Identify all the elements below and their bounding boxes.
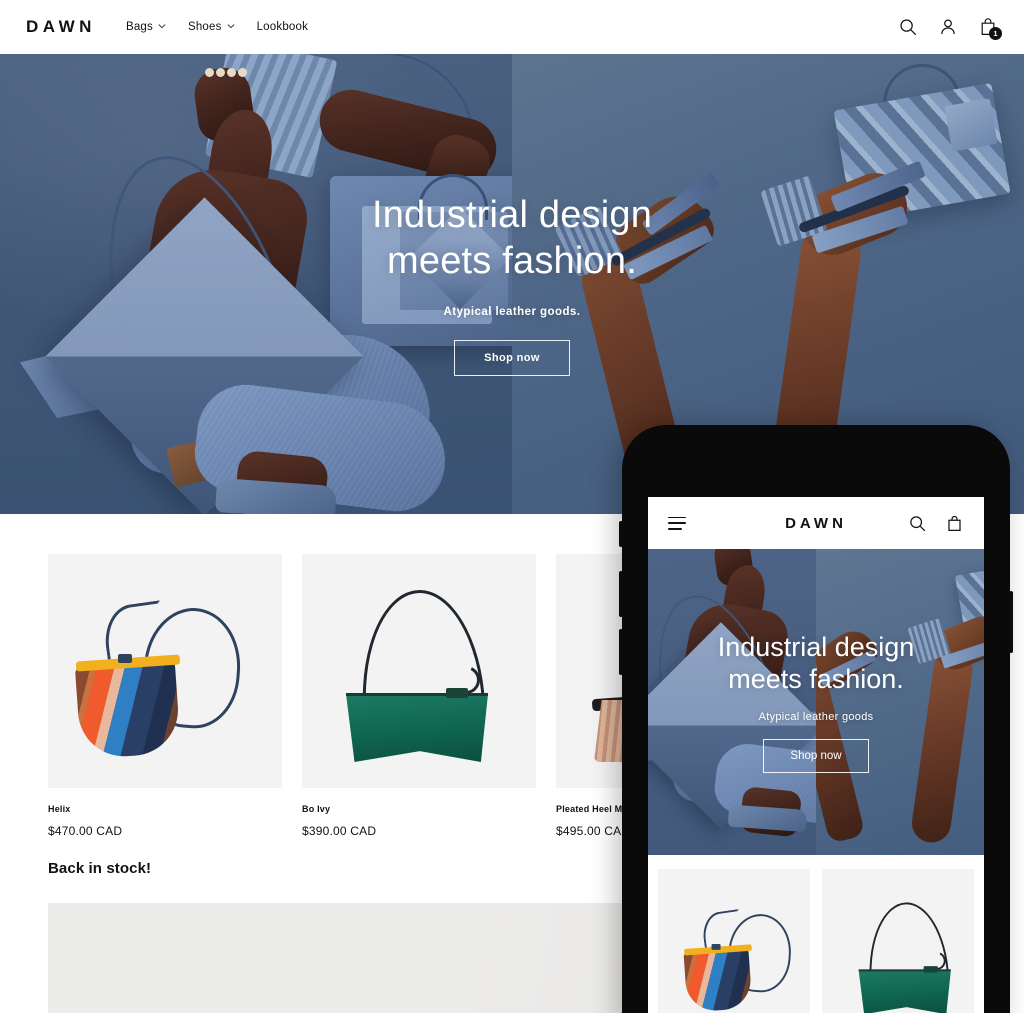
main-navigation: Bags Shoes Lookbook — [126, 21, 308, 33]
chevron-down-icon — [227, 22, 235, 30]
chevron-down-icon — [158, 22, 166, 30]
bo-ivy-tab — [446, 688, 468, 698]
bo-ivy-bag-body — [346, 694, 488, 762]
pleated-bag-tab — [944, 98, 998, 152]
mobile-hero-banner: Industrial design meets fashion. Atypica… — [648, 549, 984, 855]
bo-ivy-tab — [923, 966, 938, 973]
phone-volume-down-button[interactable] — [619, 629, 623, 675]
product-image-bo-ivy[interactable] — [302, 554, 536, 788]
mobile-bo-ivy-art — [830, 879, 974, 1013]
product-price: $390.00 CAD — [302, 824, 377, 838]
cart-count-badge: 1 — [989, 27, 1002, 40]
nav-item-label: Lookbook — [256, 21, 309, 33]
site-logo[interactable]: DAWN — [26, 17, 96, 37]
helix-bag-clasp — [711, 944, 721, 950]
nav-item-lookbook[interactable]: Lookbook — [257, 21, 308, 33]
site-header: DAWN Bags Shoes Lookbook 1 — [0, 0, 1024, 54]
helix-bag-clasp — [118, 654, 132, 663]
product-card-helix[interactable]: Helix $470.00 CAD — [48, 554, 282, 838]
product-image-helix[interactable] — [48, 554, 282, 788]
mobile-helix-art — [666, 879, 810, 1013]
phone-volume-up-button[interactable] — [619, 571, 623, 617]
phone-screen: DAWN Industrial design meets fashion. At… — [648, 497, 984, 1013]
mobile-hero-title-line-2: meets fashion. — [728, 664, 904, 694]
product-name: Bo Ivy — [302, 804, 331, 814]
nav-item-label: Bags — [125, 21, 153, 33]
search-icon[interactable] — [898, 17, 918, 37]
cart-icon[interactable] — [945, 514, 964, 533]
product-price: $470.00 CAD — [48, 824, 123, 838]
nav-item-bags[interactable]: Bags — [126, 21, 166, 33]
search-icon[interactable] — [908, 514, 927, 533]
phone-power-button[interactable] — [1009, 591, 1013, 653]
mobile-hero-copy: Industrial design meets fashion. Atypica… — [648, 549, 984, 855]
phone-mockup: DAWN Industrial design meets fashion. At… — [619, 425, 1013, 1013]
helix-bag-body — [74, 660, 182, 760]
mobile-product-image-bo-ivy[interactable] — [822, 869, 974, 1013]
hero-image-left — [0, 54, 512, 514]
account-icon[interactable] — [938, 17, 958, 37]
phone-mute-button[interactable] — [619, 521, 623, 547]
cart-icon[interactable]: 1 — [978, 17, 1002, 40]
back-in-stock-heading: Back in stock! — [48, 860, 152, 877]
product-name: Helix — [48, 804, 71, 814]
helix-bag-body — [683, 948, 753, 1013]
hamburger-icon[interactable] — [668, 516, 686, 530]
shop-now-button[interactable]: Shop now — [454, 340, 570, 377]
mobile-header-actions — [908, 514, 964, 533]
mobile-header: DAWN — [648, 497, 984, 549]
page-root: DAWN Bags Shoes Lookbook 1 Industrial de… — [0, 0, 1024, 1013]
mobile-product-image-helix[interactable] — [658, 869, 810, 1013]
mobile-product-row — [648, 855, 984, 1013]
bo-ivy-bag-body — [858, 970, 951, 1013]
nav-item-shoes[interactable]: Shoes — [188, 21, 235, 33]
mobile-hero-title: Industrial design meets fashion. — [718, 631, 915, 696]
nav-item-label: Shoes — [187, 21, 222, 33]
mobile-hero-title-line-1: Industrial design — [717, 631, 915, 662]
header-actions: 1 — [898, 17, 1002, 40]
mobile-hero-subtitle: Atypical leather goods — [758, 711, 874, 724]
mobile-shop-now-button[interactable]: Shop now — [763, 739, 869, 774]
nail-polish — [205, 68, 249, 78]
product-card-bo-ivy[interactable]: Bo Ivy $390.00 CAD — [302, 554, 536, 838]
